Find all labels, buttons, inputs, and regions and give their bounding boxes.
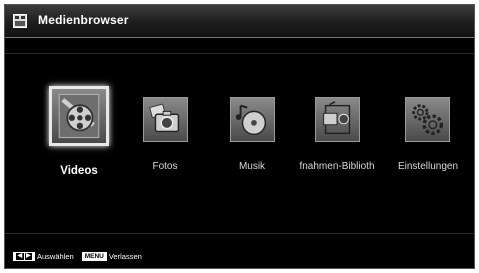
settings-gears-icon [412,104,444,136]
media-browser-icon [13,14,27,28]
arrow-right-icon: ▶ [24,252,32,260]
menu-item-label: Einstellungen [397,161,459,172]
arrow-left-icon: ◀ [16,252,24,260]
navigate-key-icon: ◀ ▶ [13,251,35,261]
menu-key-icon: MENU [81,251,107,261]
menu-item-label: Musik [238,161,266,172]
exit-hint-label: Verlassen [108,251,142,261]
navigate-hint-label: Auswählen [37,251,74,261]
title-bar: Medienbrowser [5,5,474,38]
media-browser-screen: Medienbrowser Videos Fotos Musik fnahmen… [4,4,475,269]
menu-item-musik[interactable] [230,97,275,142]
music-disc-icon [235,104,267,136]
footer-hints: ◀ ▶ Auswählen MENU Verlassen [13,250,150,262]
divider [5,233,474,234]
page-title: Medienbrowser [38,13,129,27]
menu-item-fotos[interactable] [143,97,188,142]
photo-camera-icon [149,103,180,133]
menu-item-videos[interactable] [49,86,109,146]
recording-library-icon [323,101,351,135]
divider [5,53,474,54]
film-reel-icon [58,93,100,139]
menu-item-recording-library[interactable] [315,97,360,142]
menu-item-label: Fotos [152,161,178,172]
menu-item-label: Videos [60,165,98,177]
menu-item-einstellungen[interactable] [405,97,450,142]
menu-item-label: fnahmen-Biblioth [299,161,375,172]
